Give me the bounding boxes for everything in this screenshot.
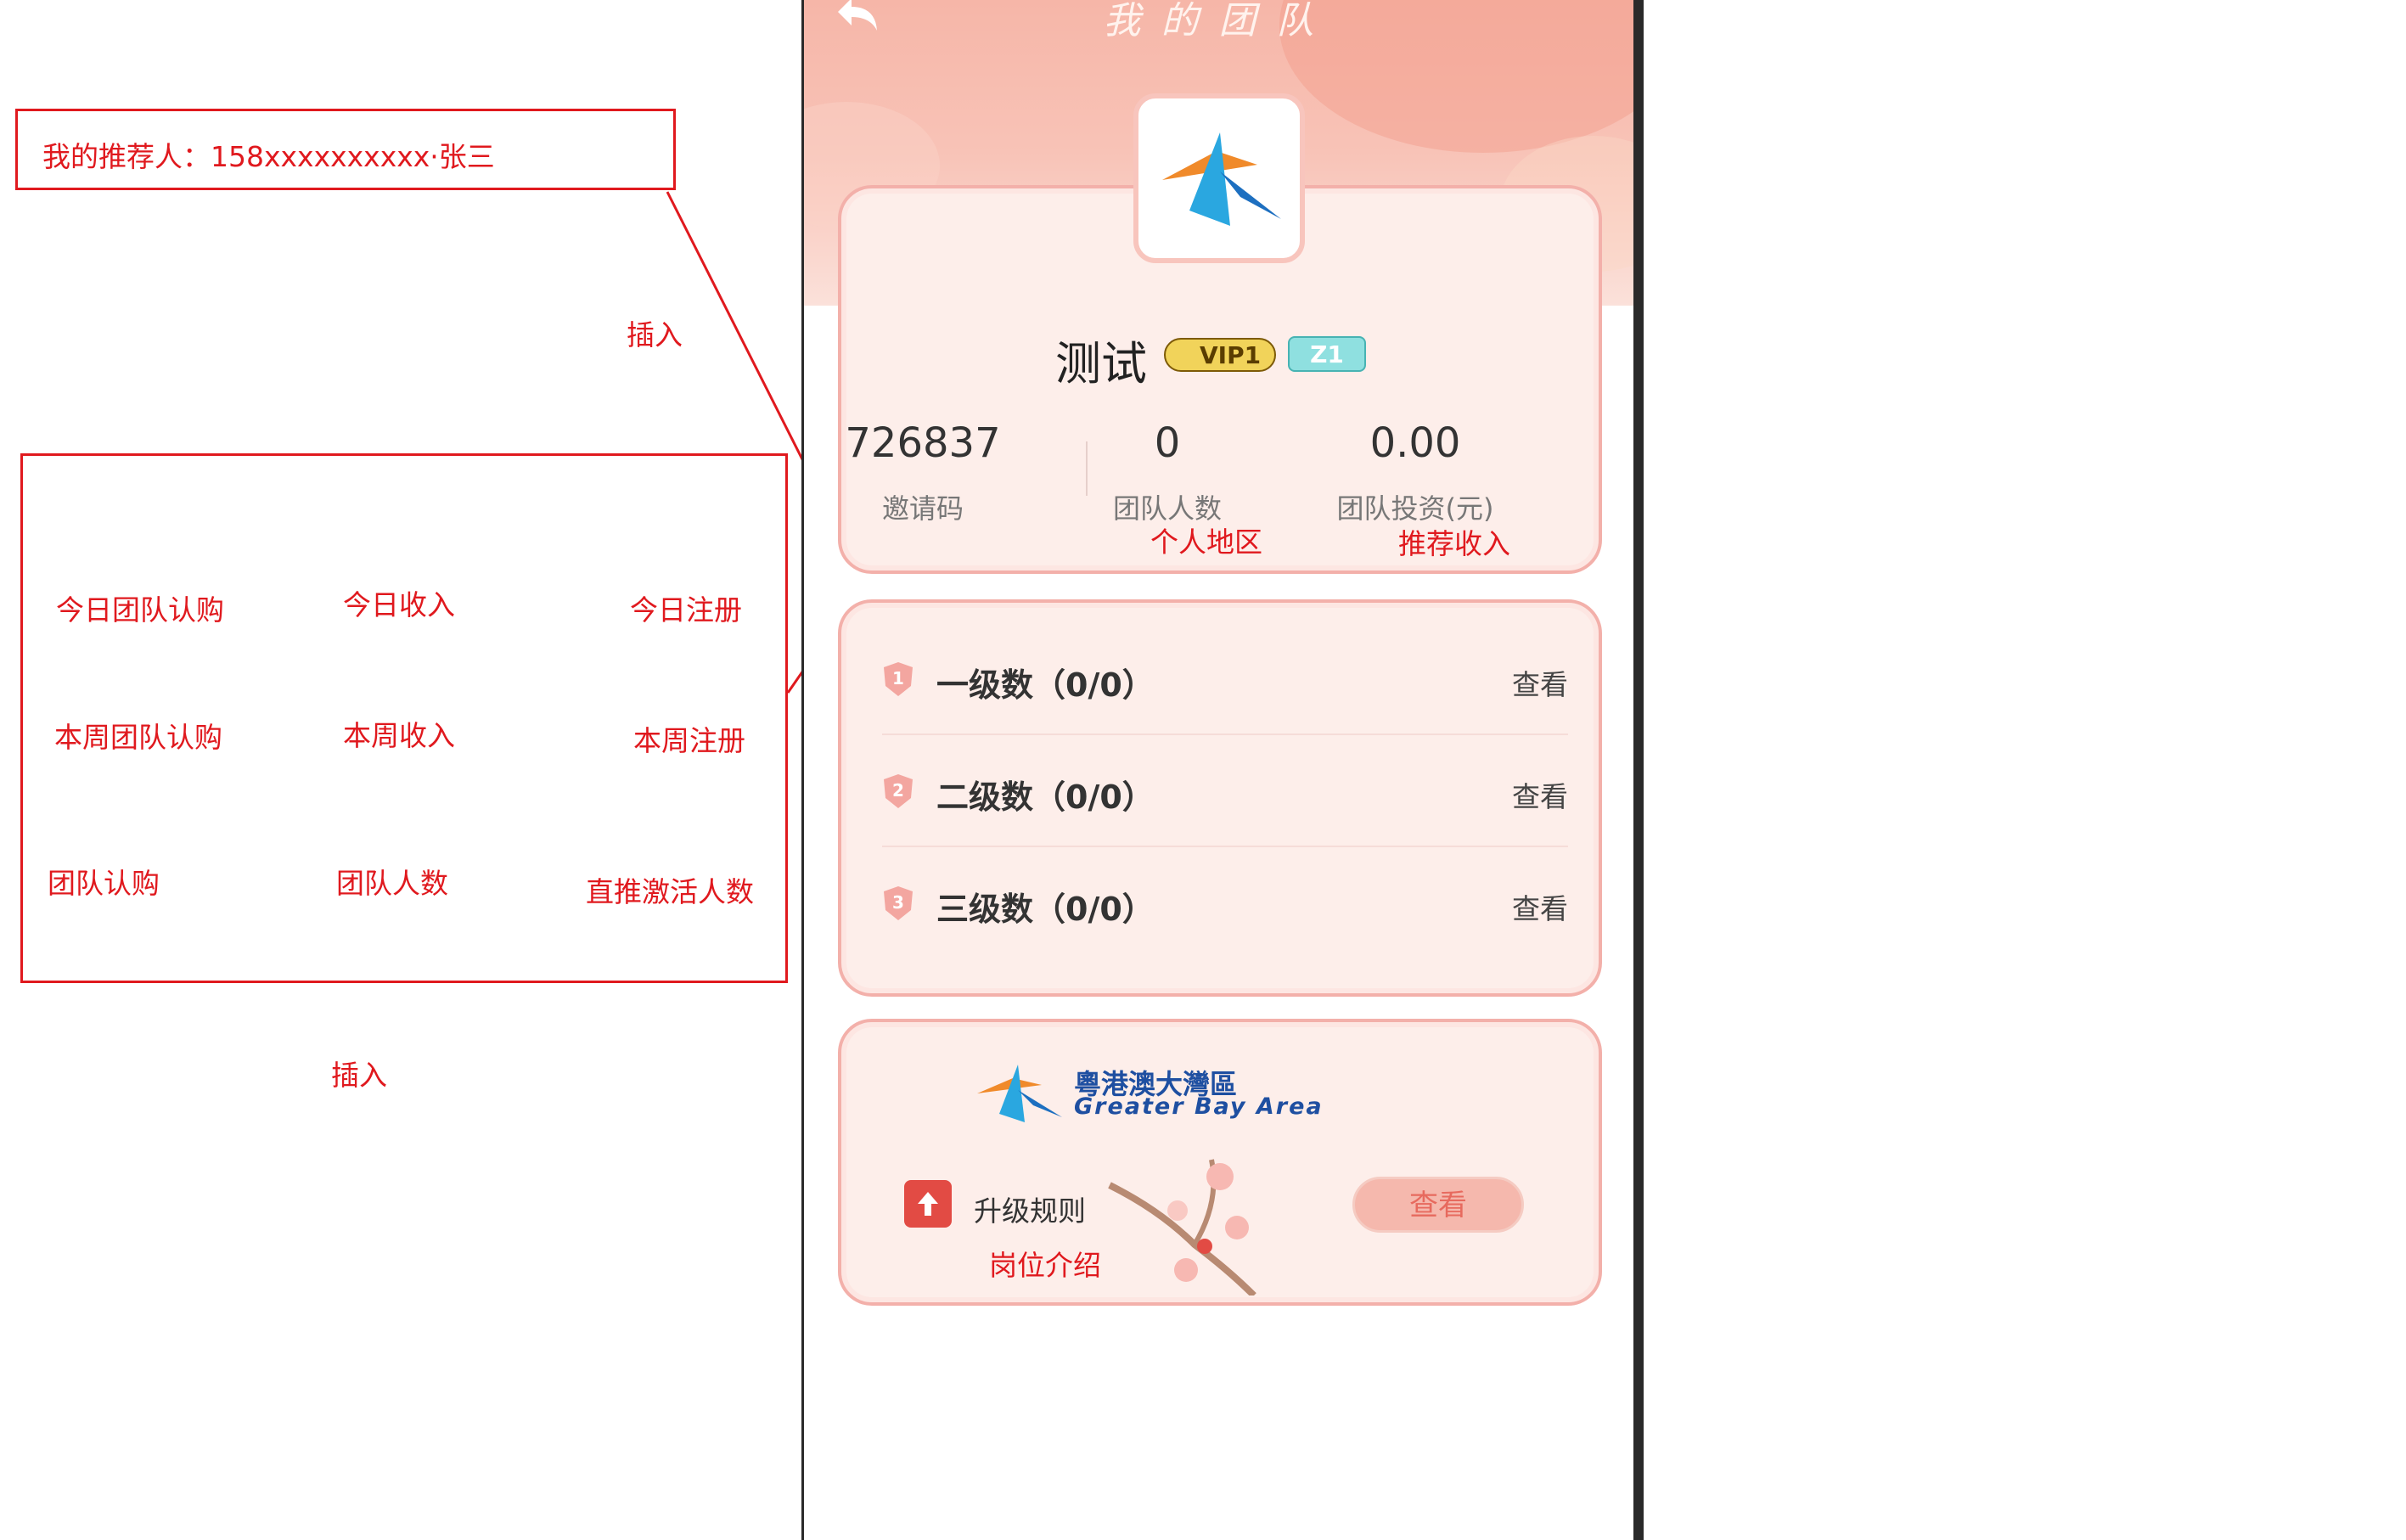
level-2-view-button[interactable]: 查看 <box>1512 774 1568 815</box>
grid-today-team-subscription: 今日团队认购 <box>56 593 224 627</box>
shield-1-icon: 1 <box>884 662 913 696</box>
grid-week-team-subscription: 本周团队认购 <box>54 721 222 754</box>
app-logo <box>1133 93 1305 263</box>
plum-blossom-decoration <box>1108 1159 1256 1296</box>
upgrade-rules-label: 升级规则 <box>974 1194 1086 1228</box>
grid-direct-activated: 直推激活人数 <box>586 875 754 908</box>
level-1-label: 一级数（0/0） <box>936 666 1155 704</box>
upgrade-rules-view-button[interactable]: 查看 <box>1352 1177 1524 1233</box>
insert-label-top: 插入 <box>627 318 683 351</box>
grid-today-income: 今日收入 <box>343 588 455 621</box>
grid-today-register: 今日注册 <box>630 593 742 627</box>
grid-week-register: 本周注册 <box>633 724 745 757</box>
team-investment-value: 0.00 <box>1369 419 1461 467</box>
insert-label-bottom: 插入 <box>331 1059 387 1092</box>
svg-text:1: 1 <box>892 668 904 689</box>
team-count-value: 0 <box>1154 419 1181 467</box>
shield-2-icon: 2 <box>884 774 913 808</box>
svg-text:2: 2 <box>892 780 904 801</box>
invite-code-value: 726837 <box>845 419 1001 467</box>
page-title: 我的团队 <box>1103 0 1335 42</box>
vip-badge: VIP1 <box>1164 338 1277 372</box>
note-position-intro: 岗位介绍 <box>989 1249 1101 1282</box>
recommender-text: 我的推荐人：158xxxxxxxxxx·张三 <box>42 140 495 173</box>
level-3-label: 三级数（0/0） <box>936 891 1155 928</box>
grid-team-subscription: 团队认购 <box>48 867 160 900</box>
phone-frame-right <box>1633 0 1644 1540</box>
level-row-2: 2 二级数（0/0） 查看 <box>882 737 1568 847</box>
grid-team-count: 团队人数 <box>336 867 448 900</box>
level-row-3: 3 三级数（0/0） 查看 <box>882 849 1568 959</box>
note-recommend-income: 推荐收入 <box>1398 527 1510 560</box>
user-name: 测试 <box>1055 337 1147 391</box>
invite-code-label: 邀请码 <box>881 492 964 525</box>
level-3-view-button[interactable]: 查看 <box>1512 886 1568 927</box>
level-2-label: 二级数（0/0） <box>936 778 1155 816</box>
gba-star-logo-icon <box>977 1065 1062 1122</box>
grid-week-income: 本周收入 <box>343 719 455 752</box>
svg-text:3: 3 <box>892 892 904 913</box>
level-row-1: 1 一级数（0/0） 查看 <box>882 625 1568 735</box>
gba-title-en: Greater Bay Area <box>1074 1093 1324 1120</box>
level-1-view-button[interactable]: 查看 <box>1512 662 1568 703</box>
shield-3-icon: 3 <box>884 886 913 920</box>
phone-screen: 我的团队 测试 VIP1 Z1 726837 邀请码 0 团队人数 0.00 团… <box>804 0 1633 1540</box>
star-logo-icon <box>1162 132 1281 226</box>
row-divider <box>882 733 1568 735</box>
upgrade-rules-icon <box>904 1180 952 1228</box>
z1-badge: Z1 <box>1288 336 1366 372</box>
row-divider <box>882 846 1568 847</box>
note-personal-region: 个人地区 <box>1150 526 1262 559</box>
